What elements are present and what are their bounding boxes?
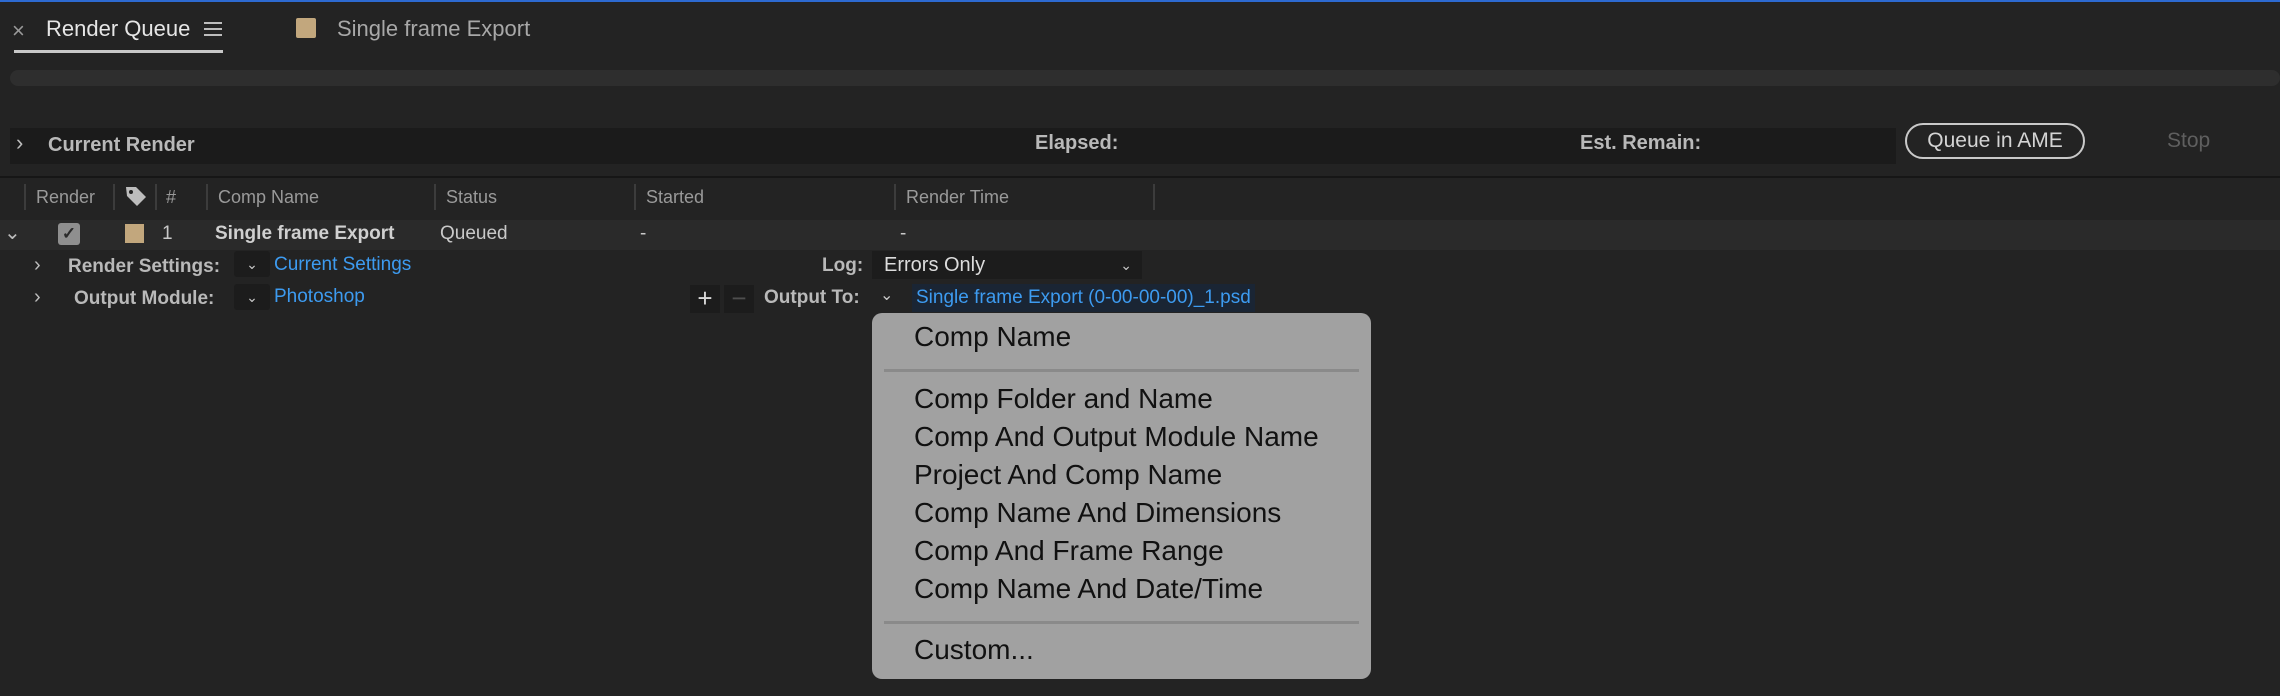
column-separator: [634, 184, 636, 210]
log-label: Log:: [822, 255, 864, 276]
hamburger-menu-icon[interactable]: [204, 18, 222, 40]
menu-item-comp-and-frame-range[interactable]: Comp And Frame Range: [914, 535, 1224, 567]
column-header-started[interactable]: Started: [646, 187, 704, 208]
current-render-label: Current Render: [48, 134, 195, 156]
menu-item-project-and-comp-name[interactable]: Project And Comp Name: [914, 459, 1222, 491]
column-header-render-time[interactable]: Render Time: [906, 187, 1009, 208]
column-separator: [434, 184, 436, 210]
render-settings-link[interactable]: Current Settings: [274, 254, 411, 276]
chevron-right-icon[interactable]: ›: [34, 254, 41, 277]
chevron-down-icon[interactable]: ⌄: [880, 285, 893, 305]
queue-in-ame-button[interactable]: Queue in AME: [1905, 123, 2085, 159]
log-select[interactable]: Errors Only ⌄: [872, 251, 1142, 279]
render-settings-dropdown[interactable]: ⌄: [234, 251, 270, 277]
column-separator: [24, 184, 26, 210]
render-progress-bar: [10, 70, 2280, 86]
checkbox-icon[interactable]: ✓: [58, 223, 80, 245]
output-to-label: Output To:: [764, 287, 860, 308]
output-file-link[interactable]: Single frame Export (0-00-00-00)_1.psd: [912, 284, 1255, 312]
column-separator: [894, 184, 896, 210]
output-module-label: Output Module:: [74, 288, 215, 309]
row-number: 1: [162, 223, 173, 244]
column-header-render[interactable]: Render: [36, 187, 95, 208]
tab-render-queue[interactable]: Render Queue: [46, 16, 190, 42]
chevron-right-icon[interactable]: ›: [16, 130, 23, 156]
close-icon[interactable]: ×: [12, 18, 25, 44]
log-select-value: Errors Only: [884, 254, 986, 276]
column-header-comp-name[interactable]: Comp Name: [218, 187, 319, 208]
row-comp-name[interactable]: Single frame Export: [215, 223, 395, 245]
top-accent-line: [0, 0, 2280, 2]
divider: [0, 176, 2280, 178]
menu-item-comp-and-output-module-name[interactable]: Comp And Output Module Name: [914, 421, 1319, 453]
column-separator: [206, 184, 208, 210]
active-tab-indicator: [14, 50, 223, 53]
output-to-menu: Comp Name Comp Folder and Name Comp And …: [872, 313, 1371, 679]
column-separator: [113, 184, 115, 210]
minus-icon[interactable]: −: [724, 285, 754, 313]
menu-separator: [884, 369, 1359, 372]
comp-color-swatch: [296, 18, 316, 38]
row-status: Queued: [440, 223, 508, 244]
column-separator: [155, 184, 157, 210]
menu-separator: [884, 621, 1359, 624]
stop-button[interactable]: Stop: [2167, 129, 2210, 153]
column-header-status[interactable]: Status: [446, 187, 497, 208]
row-render-time: -: [900, 223, 907, 244]
render-settings-label: Render Settings:: [68, 256, 221, 277]
plus-icon[interactable]: +: [690, 285, 720, 313]
chevron-down-icon: ⌄: [1120, 257, 1132, 273]
tag-icon[interactable]: [124, 184, 148, 208]
chevron-right-icon[interactable]: ›: [34, 286, 41, 309]
menu-item-custom[interactable]: Custom...: [914, 634, 1034, 666]
column-header-number[interactable]: #: [166, 187, 176, 208]
elapsed-label: Elapsed:: [1035, 132, 1119, 154]
column-separator: [1153, 184, 1155, 210]
chevron-down-icon[interactable]: ⌄: [4, 220, 21, 245]
label-color-swatch[interactable]: [125, 224, 144, 243]
menu-item-comp-name-and-date-time[interactable]: Comp Name And Date/Time: [914, 573, 1263, 605]
est-remain-label: Est. Remain:: [1580, 132, 1702, 154]
menu-item-comp-name[interactable]: Comp Name: [914, 321, 1071, 353]
tab-single-frame-export[interactable]: Single frame Export: [337, 16, 530, 42]
row-started: -: [640, 223, 647, 244]
output-module-link[interactable]: Photoshop: [274, 286, 365, 308]
output-module-dropdown[interactable]: ⌄: [234, 284, 270, 310]
menu-item-comp-name-and-dimensions[interactable]: Comp Name And Dimensions: [914, 497, 1281, 529]
menu-item-comp-folder-and-name[interactable]: Comp Folder and Name: [914, 383, 1213, 415]
